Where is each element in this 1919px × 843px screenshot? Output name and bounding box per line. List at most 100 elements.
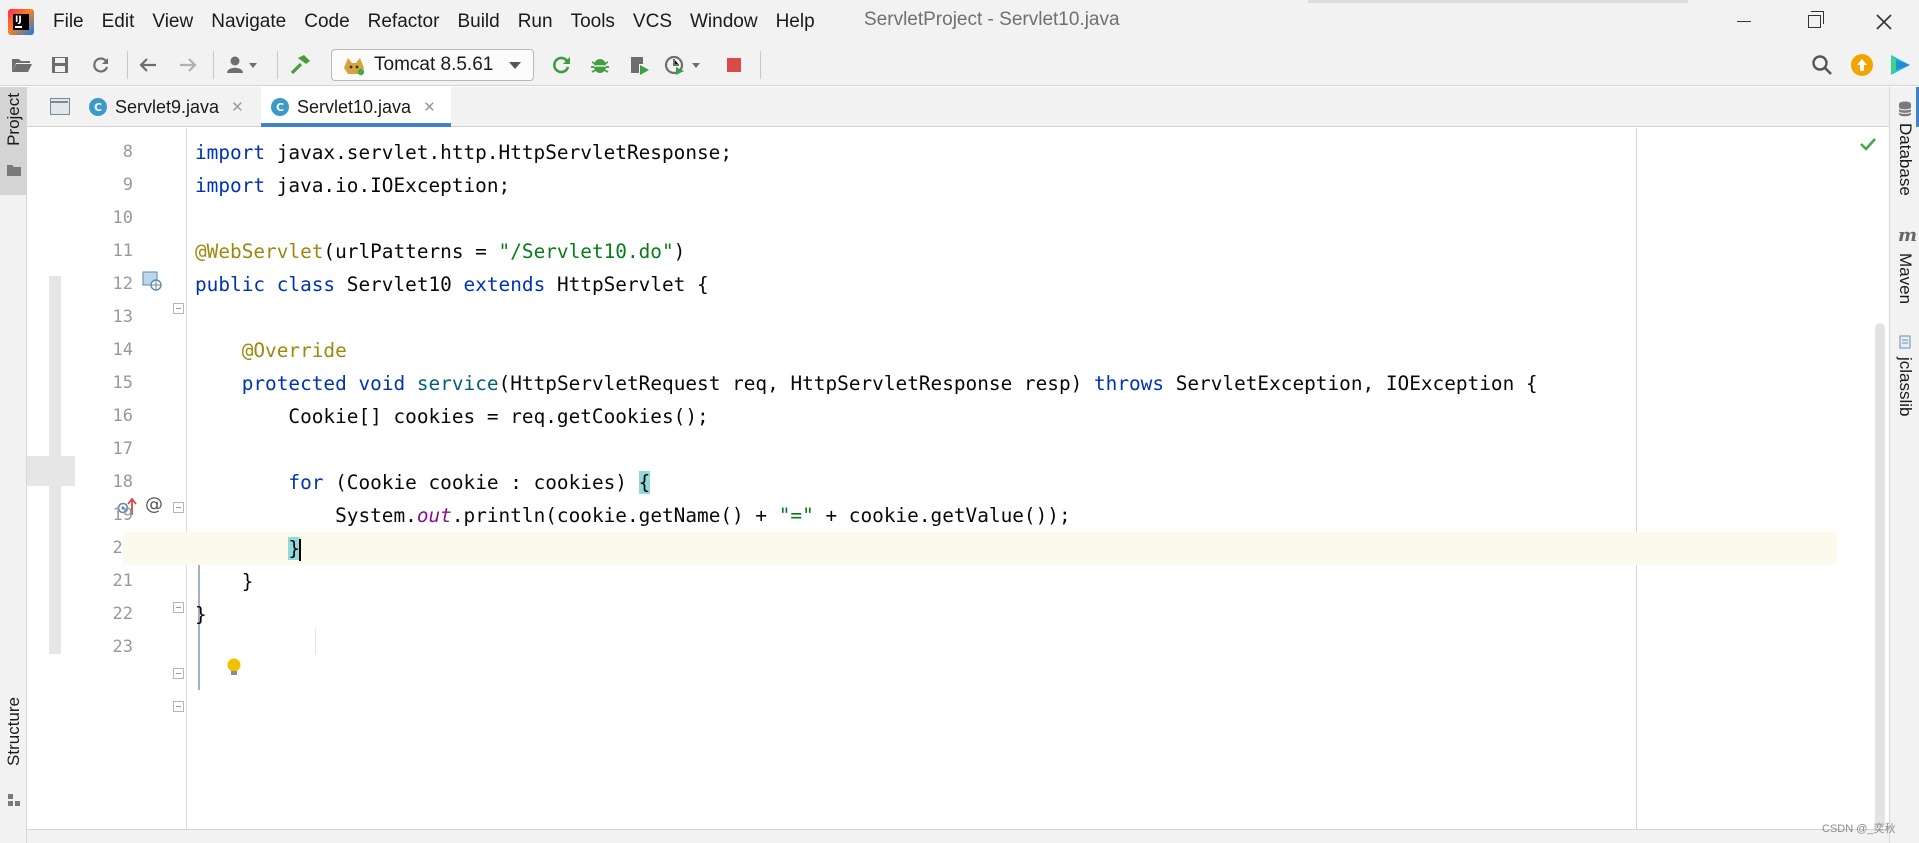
code-line: protected void service(HttpServletReques…	[241, 372, 1538, 395]
folder-icon	[7, 165, 21, 176]
line-number: 19	[112, 505, 133, 525]
menu-edit[interactable]: Edit	[93, 0, 144, 43]
annotation-at-icon[interactable]: @	[145, 494, 163, 515]
line-number: 12	[112, 274, 133, 294]
close-tab-icon[interactable]: ✕	[423, 98, 436, 116]
editor-tab-bar: C Servlet9.java ✕ C Servlet10.java ✕	[27, 87, 1889, 127]
line-number: 16	[112, 406, 133, 426]
code-line: import java.io.IOException;	[195, 174, 511, 197]
code-line: import javax.servlet.http.HttpServletRes…	[195, 141, 733, 164]
breakpoint-region	[27, 456, 75, 486]
line-number: 9	[122, 175, 133, 195]
code-line: System.out.println(cookie.getName() + "=…	[335, 504, 1071, 527]
fold-marker[interactable]	[173, 701, 184, 712]
restore-button[interactable]	[1786, 0, 1842, 43]
minimize-icon	[1737, 20, 1751, 23]
user-icon[interactable]	[222, 52, 264, 78]
sync-icon[interactable]	[88, 52, 114, 78]
code-line: for (Cookie cookie : cookies) {	[288, 471, 651, 494]
java-class-icon: C	[89, 98, 107, 116]
current-code-line: }	[123, 532, 1837, 565]
save-icon[interactable]	[47, 52, 73, 78]
servlet-mapping-icon[interactable]	[141, 270, 163, 292]
bottom-tool-bar	[27, 829, 1889, 843]
build-hammer-icon[interactable]	[287, 52, 313, 78]
code-content[interactable]: import javax.servlet.http.HttpServletRes…	[123, 136, 1895, 664]
maven-icon: m	[1898, 225, 1918, 246]
toolbar-separator	[277, 51, 278, 79]
run-configuration-selector[interactable]: Tomcat 8.5.61	[331, 49, 534, 81]
line-number: 18	[112, 472, 133, 492]
tab-servlet10[interactable]: C Servlet10.java ✕	[261, 87, 451, 127]
toolbox-icon[interactable]	[1887, 52, 1913, 78]
inspection-ok-icon[interactable]	[1859, 136, 1877, 152]
code-editor[interactable]: @ 8 9 10 11 12 13 14 15 16 17 18 19 20 2…	[27, 128, 1889, 843]
profile-icon[interactable]	[663, 52, 705, 78]
tab-label: Servlet10.java	[297, 96, 412, 117]
menu-window[interactable]: Window	[681, 0, 767, 43]
toolbar-separator	[127, 51, 128, 79]
text-caret	[299, 538, 302, 561]
line-number: 15	[112, 373, 133, 393]
fold-marker[interactable]	[173, 668, 184, 679]
toolbar-separator	[213, 51, 214, 79]
main-toolbar: Tomcat 8.5.61	[0, 43, 1919, 86]
fold-marker[interactable]	[173, 602, 184, 613]
popup-shadow	[1308, 0, 1688, 3]
restore-icon	[1807, 11, 1824, 28]
menu-build[interactable]: Build	[448, 0, 508, 43]
debug-icon[interactable]	[587, 52, 613, 78]
rerun-icon[interactable]	[549, 52, 575, 78]
menu-tools[interactable]: Tools	[562, 0, 624, 43]
menu-vcs[interactable]: VCS	[624, 0, 681, 43]
tab-servlet9[interactable]: C Servlet9.java ✕	[79, 87, 286, 127]
project-tab-label: Project	[4, 93, 23, 146]
fold-marker[interactable]	[173, 502, 184, 513]
menu-run[interactable]: Run	[509, 0, 562, 43]
close-tab-icon[interactable]: ✕	[231, 98, 244, 116]
line-number: 23	[112, 637, 133, 657]
matched-brace: {	[638, 471, 651, 494]
jclasslib-tab-label: jclasslib	[1896, 357, 1915, 417]
code-line: @WebServlet(urlPatterns = "/Servlet10.do…	[195, 240, 686, 263]
menu-view[interactable]: View	[143, 0, 202, 43]
database-icon	[1898, 101, 1912, 117]
menu-code[interactable]: Code	[295, 0, 358, 43]
open-folder-icon[interactable]	[9, 52, 35, 78]
minimize-button[interactable]	[1716, 0, 1772, 43]
chevron-down-icon	[509, 62, 521, 69]
project-tool-tab[interactable]: Project	[0, 87, 27, 195]
line-number: 17	[112, 439, 133, 459]
code-line: }	[195, 603, 207, 626]
vertical-scrollbar[interactable]	[1875, 323, 1885, 828]
coverage-icon[interactable]	[626, 52, 652, 78]
stop-icon[interactable]	[721, 52, 747, 78]
menu-refactor[interactable]: Refactor	[359, 0, 449, 43]
code-line: public class Servlet10 extends HttpServl…	[195, 273, 709, 296]
menu-navigate[interactable]: Navigate	[202, 0, 295, 43]
forward-icon[interactable]	[175, 52, 201, 78]
structure-tool-tab[interactable]: Structure	[0, 697, 27, 817]
tomcat-icon	[342, 54, 366, 76]
tab-label: Servlet9.java	[115, 96, 220, 117]
menu-help[interactable]: Help	[767, 0, 824, 43]
code-line: Cookie[] cookies = req.getCookies();	[288, 405, 709, 428]
menu-bar: IJ File Edit View Navigate Code Refactor…	[0, 0, 1919, 43]
run-config-label: Tomcat 8.5.61	[374, 54, 494, 75]
code-line: }	[241, 570, 254, 593]
search-icon[interactable]	[1809, 52, 1835, 78]
update-icon[interactable]	[1849, 52, 1875, 78]
line-number: 10	[112, 208, 133, 228]
java-class-icon: C	[271, 98, 289, 116]
structure-icon	[8, 794, 20, 806]
back-icon[interactable]	[135, 52, 161, 78]
menu-file[interactable]: File	[44, 0, 93, 43]
panel-toggle-icon[interactable]	[50, 98, 70, 115]
fold-marker[interactable]	[173, 303, 184, 314]
close-window-button[interactable]	[1856, 0, 1912, 43]
watermark-text: CSDN @_奕秋	[1822, 823, 1896, 835]
window-title: ServletProject - Servlet10.java	[864, 9, 1120, 30]
